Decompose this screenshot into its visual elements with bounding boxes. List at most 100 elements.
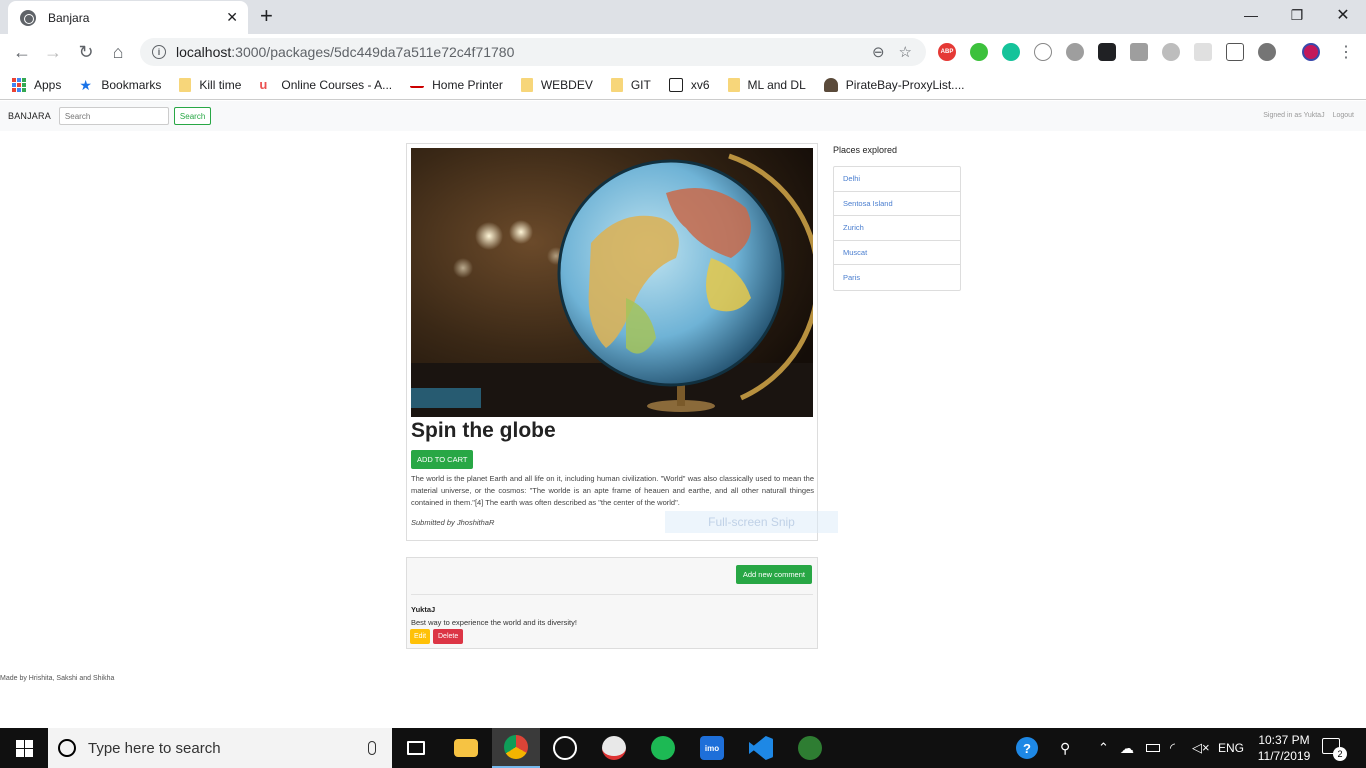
close-tab-icon[interactable]: ✕ (226, 9, 238, 26)
extension-pages-icon[interactable] (1194, 43, 1212, 61)
people-icon[interactable]: ⚲ (1060, 728, 1070, 768)
apps-grid-icon (12, 77, 26, 92)
restore-icon[interactable]: ❐ (1274, 0, 1320, 30)
delete-comment-button[interactable]: Delete (433, 629, 464, 644)
clock[interactable]: 10:37 PM 11/7/2019 (1247, 732, 1321, 764)
volume-icon[interactable]: ◁× (1192, 728, 1210, 768)
place-item[interactable]: Muscat (834, 241, 960, 266)
extension-green-icon[interactable] (970, 43, 988, 61)
file-explorer-icon[interactable] (442, 728, 490, 768)
language-indicator[interactable]: ENG (1218, 728, 1244, 768)
cortana-icon (58, 739, 76, 757)
bookmark-online-courses[interactable]: u Online Courses - A... (259, 76, 392, 92)
extension-globe-icon[interactable] (1162, 43, 1180, 61)
add-to-cart-button[interactable]: ADD TO CART (411, 450, 474, 469)
bookmark-piratebay[interactable]: PirateBay-ProxyList.... (823, 77, 965, 92)
zoom-icon[interactable]: ⊖ (872, 43, 885, 61)
microphone-icon[interactable] (368, 741, 376, 755)
udemy-icon: u (259, 76, 268, 92)
folder-icon (610, 77, 623, 92)
extension-m-icon[interactable] (1066, 43, 1084, 61)
comment-text: Best way to experience the world and its… (411, 618, 577, 627)
adblock-plus-icon[interactable]: ABP (938, 43, 956, 61)
vscode-icon[interactable] (737, 728, 785, 768)
place-item[interactable]: Zurich (834, 216, 960, 241)
bookmark-git[interactable]: GIT (610, 77, 651, 92)
search-input[interactable] (58, 107, 169, 125)
search-button[interactable]: Search (173, 107, 212, 125)
extension-glasses-icon[interactable] (1098, 43, 1116, 61)
star-icon: ★ (79, 76, 92, 93)
pirate-ship-icon (823, 77, 838, 92)
places-list: Delhi Sentosa Island Zurich Muscat Paris (833, 166, 961, 291)
bookmark-ml-dl[interactable]: ML and DL (727, 77, 806, 92)
menu-kebab-icon[interactable]: ⋮ (1335, 41, 1357, 63)
footer-credits: Made by Hrishita, Sakshi and Shikha (0, 675, 115, 682)
site-brand[interactable]: BANJARA (8, 111, 51, 121)
back-icon[interactable]: ← (11, 41, 33, 63)
show-hidden-icons-icon[interactable]: ⌃ (1098, 728, 1109, 768)
tab-title: Banjara (48, 10, 90, 25)
close-window-icon[interactable]: ✕ (1320, 0, 1366, 30)
logout-link[interactable]: Logout (1333, 112, 1354, 119)
bookmark-webdev[interactable]: WEBDEV (520, 77, 593, 92)
bookmark-bookmarks[interactable]: ★ Bookmarks (79, 78, 161, 92)
bookmark-star-icon[interactable]: ☆ (899, 43, 912, 61)
battery-icon[interactable] (1146, 728, 1160, 768)
extension-grid-icon[interactable] (1130, 43, 1148, 61)
place-item[interactable]: Paris (834, 265, 960, 290)
chrome-icon[interactable] (492, 728, 540, 768)
mongodb-icon[interactable] (786, 728, 834, 768)
extension-sketch-icon[interactable] (1034, 43, 1052, 61)
place-item[interactable]: Sentosa Island (834, 192, 960, 217)
edit-comment-button[interactable]: Edit (410, 629, 431, 644)
home-icon[interactable]: ⌂ (107, 41, 129, 63)
reload-icon[interactable]: ↻ (75, 41, 97, 63)
imo-icon[interactable]: imo (688, 728, 736, 768)
extension-gray-icon[interactable] (1258, 43, 1276, 61)
task-view-icon[interactable] (392, 728, 440, 768)
minimize-icon[interactable]: — (1228, 0, 1274, 30)
add-comment-button[interactable]: Add new comment (735, 565, 812, 584)
places-title: Places explored (833, 145, 898, 155)
bookmark-xv6[interactable]: xv6 (668, 77, 710, 92)
taskbar-search-placeholder: Type here to search (88, 739, 221, 757)
package-title: Spin the globe (411, 419, 556, 442)
comment-author: YuktaJ (411, 605, 436, 614)
signed-in-label: Signed in as YuktaJ (1263, 112, 1325, 119)
extension-json-icon[interactable] (1226, 43, 1244, 61)
snip-overlay[interactable]: Full-screen Snip (665, 511, 838, 533)
start-button[interactable] (0, 728, 48, 768)
place-item[interactable]: Delhi (834, 167, 960, 192)
help-icon[interactable]: ? (1016, 728, 1038, 768)
bookmark-apps[interactable]: Apps (12, 77, 61, 92)
notification-count: 2 (1333, 747, 1347, 761)
bookmark-home-printer[interactable]: Home Printer (410, 78, 503, 92)
submitted-by: Submitted by JhoshithaR (411, 518, 495, 527)
new-tab-icon[interactable]: + (260, 5, 273, 27)
info-icon[interactable]: i (152, 45, 166, 59)
user-nav: Signed in as YuktaJ Logout (1263, 112, 1354, 119)
browser-tab[interactable]: Banjara ✕ (8, 1, 248, 34)
forward-icon[interactable]: → (42, 41, 64, 63)
wifi-icon[interactable]: ◜ (1170, 728, 1175, 768)
folder-icon (727, 77, 740, 92)
alarms-icon[interactable] (541, 728, 589, 768)
spotify-icon[interactable] (639, 728, 687, 768)
paint-icon[interactable] (590, 728, 638, 768)
package-card: Spin the globe ADD TO CART The world is … (406, 143, 818, 541)
comments-divider (411, 594, 813, 595)
canon-icon (410, 81, 425, 88)
address-bar[interactable]: i localhost:3000/packages/5dc449da7a511e… (140, 38, 926, 66)
taskbar: Type here to search imo ? ⚲ ⌃ ☁ ◜ ◁× ENG… (0, 728, 1366, 768)
folder-icon (520, 77, 533, 92)
profile-avatar[interactable] (1302, 43, 1320, 61)
clock-time: 10:37 PM (1258, 733, 1310, 747)
cloud-icon[interactable]: ☁ (1120, 728, 1134, 768)
folder-icon (179, 77, 192, 92)
bookmark-kill-time[interactable]: Kill time (179, 77, 241, 92)
taskbar-search[interactable]: Type here to search (48, 728, 392, 768)
package-image (411, 148, 813, 417)
windows-logo-icon (15, 739, 33, 757)
grammarly-icon[interactable] (1002, 43, 1020, 61)
